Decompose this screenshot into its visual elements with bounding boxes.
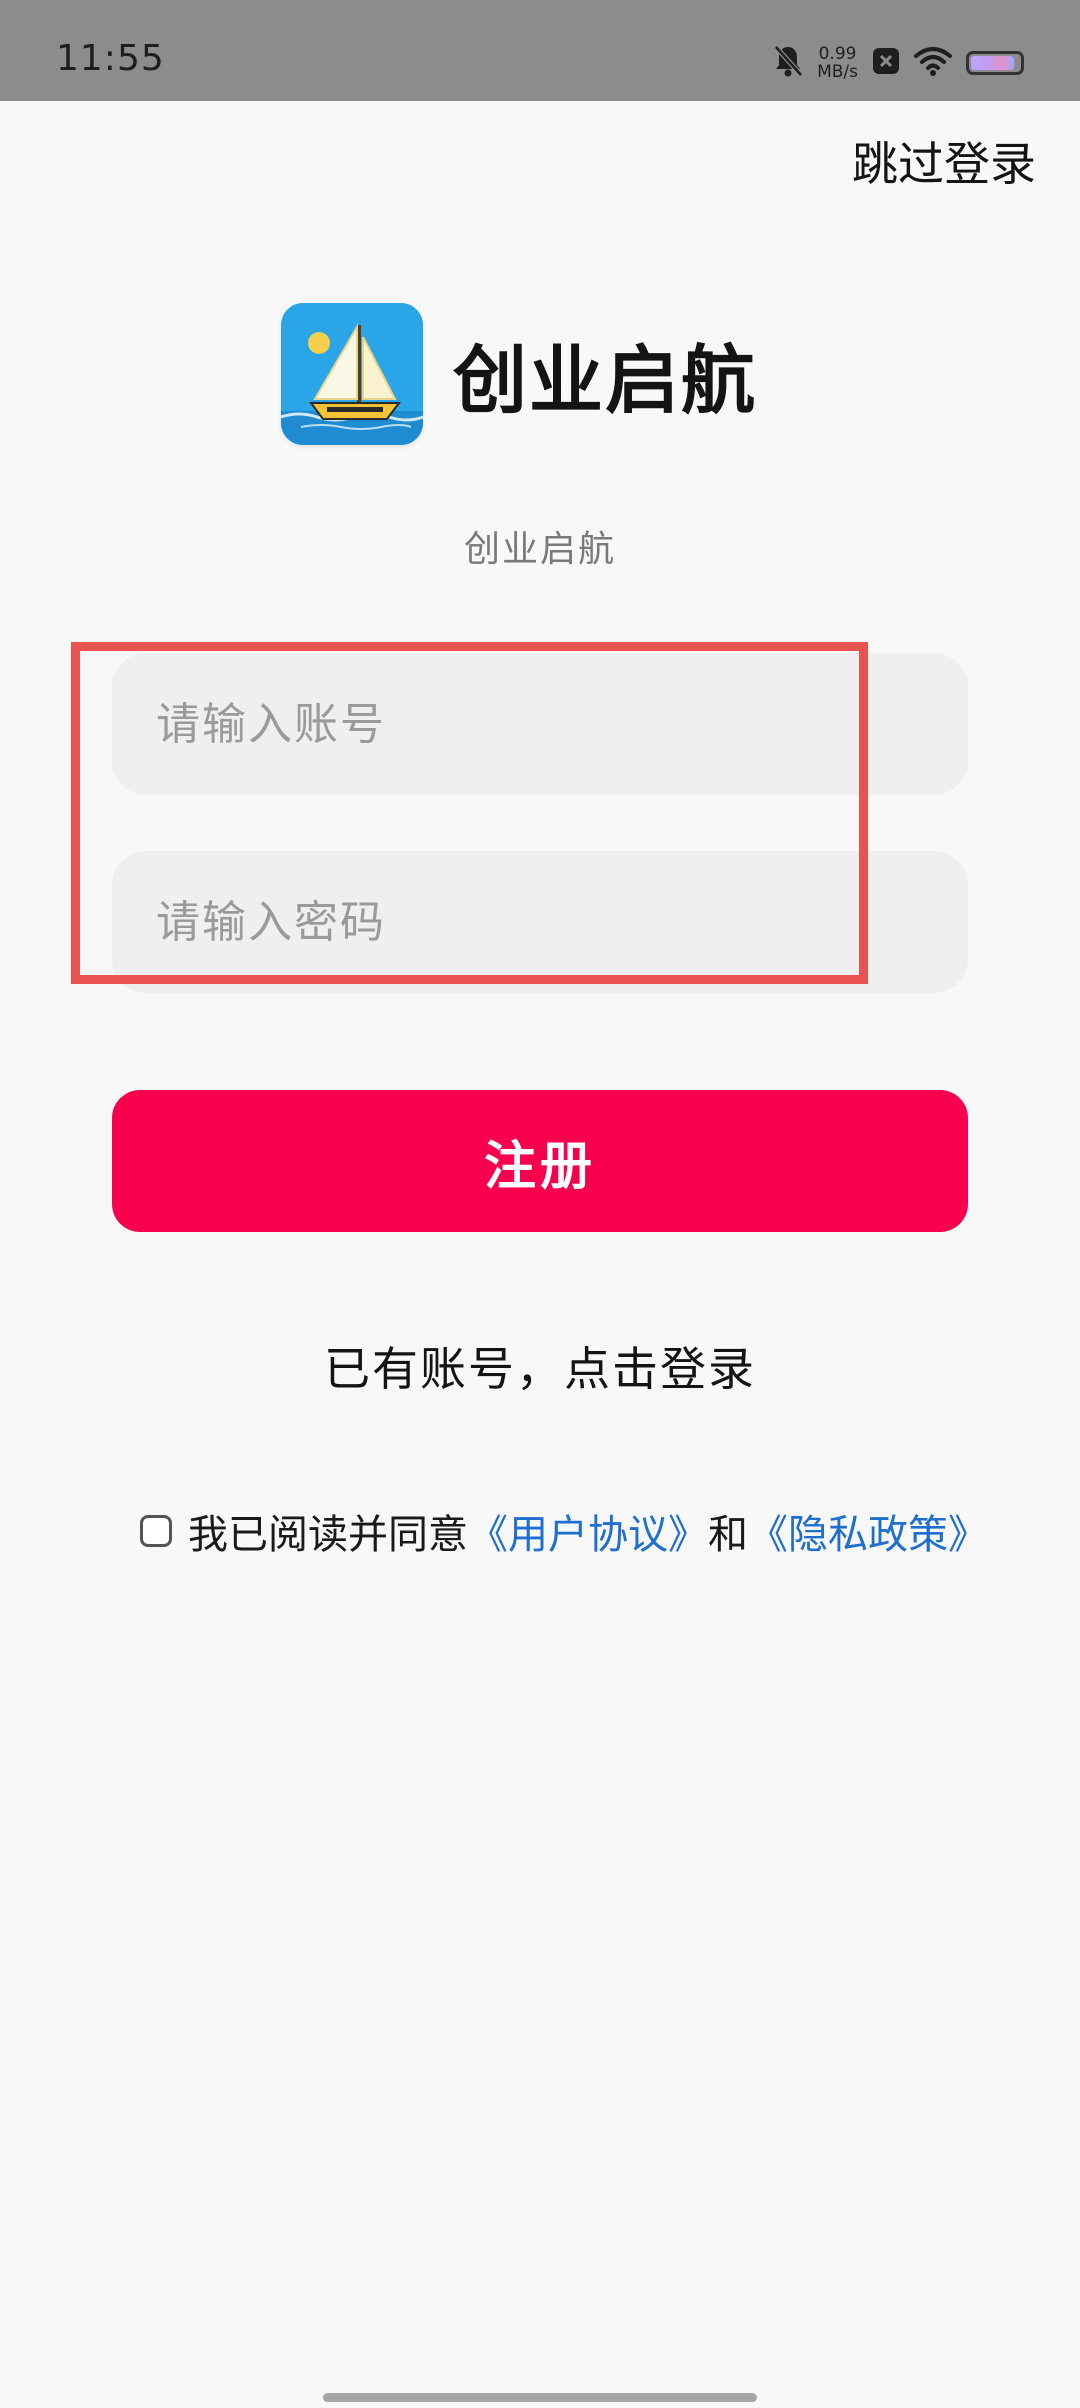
- agree-checkbox[interactable]: [140, 1515, 172, 1547]
- wifi-icon: [914, 46, 952, 80]
- app-name: 创业启航: [453, 337, 757, 424]
- agreement-conjunction: 和: [708, 1512, 748, 1558]
- status-time: 11:55: [56, 38, 165, 79]
- net-speed-value: 0.99: [818, 44, 857, 64]
- close-box-icon: [872, 47, 900, 79]
- agreement-row: 我已阅读并同意 《用户协议》 和 《隐私政策》: [140, 1502, 988, 1560]
- app-subtitle: 创业启航: [463, 529, 616, 570]
- battery-fill: [971, 56, 1014, 70]
- privacy-policy-link[interactable]: 《隐私政策》: [748, 1502, 988, 1560]
- home-indicator[interactable]: [323, 2393, 757, 2402]
- account-input[interactable]: [112, 653, 968, 795]
- agreement-text: 我已阅读并同意: [188, 1512, 468, 1558]
- net-speed-unit: MB/s: [817, 62, 858, 82]
- register-button[interactable]: 注册: [112, 1090, 968, 1232]
- net-speed: 0.99 MB/s: [817, 45, 858, 81]
- user-agreement-link[interactable]: 《用户协议》: [468, 1502, 708, 1560]
- battery-icon: [966, 51, 1024, 75]
- sailboat-app-icon: [281, 303, 423, 445]
- password-input[interactable]: [112, 851, 968, 993]
- status-icons: 0.99 MB/s: [773, 40, 1024, 86]
- skip-login-link[interactable]: 跳过登录: [852, 128, 1036, 194]
- brand-row: 创业启航: [281, 303, 757, 445]
- status-bar: 11:55 0.99 MB/s: [0, 0, 1080, 101]
- bell-muted-icon: [773, 44, 803, 82]
- login-link[interactable]: 已有账号，点击登录: [0, 1333, 1080, 1399]
